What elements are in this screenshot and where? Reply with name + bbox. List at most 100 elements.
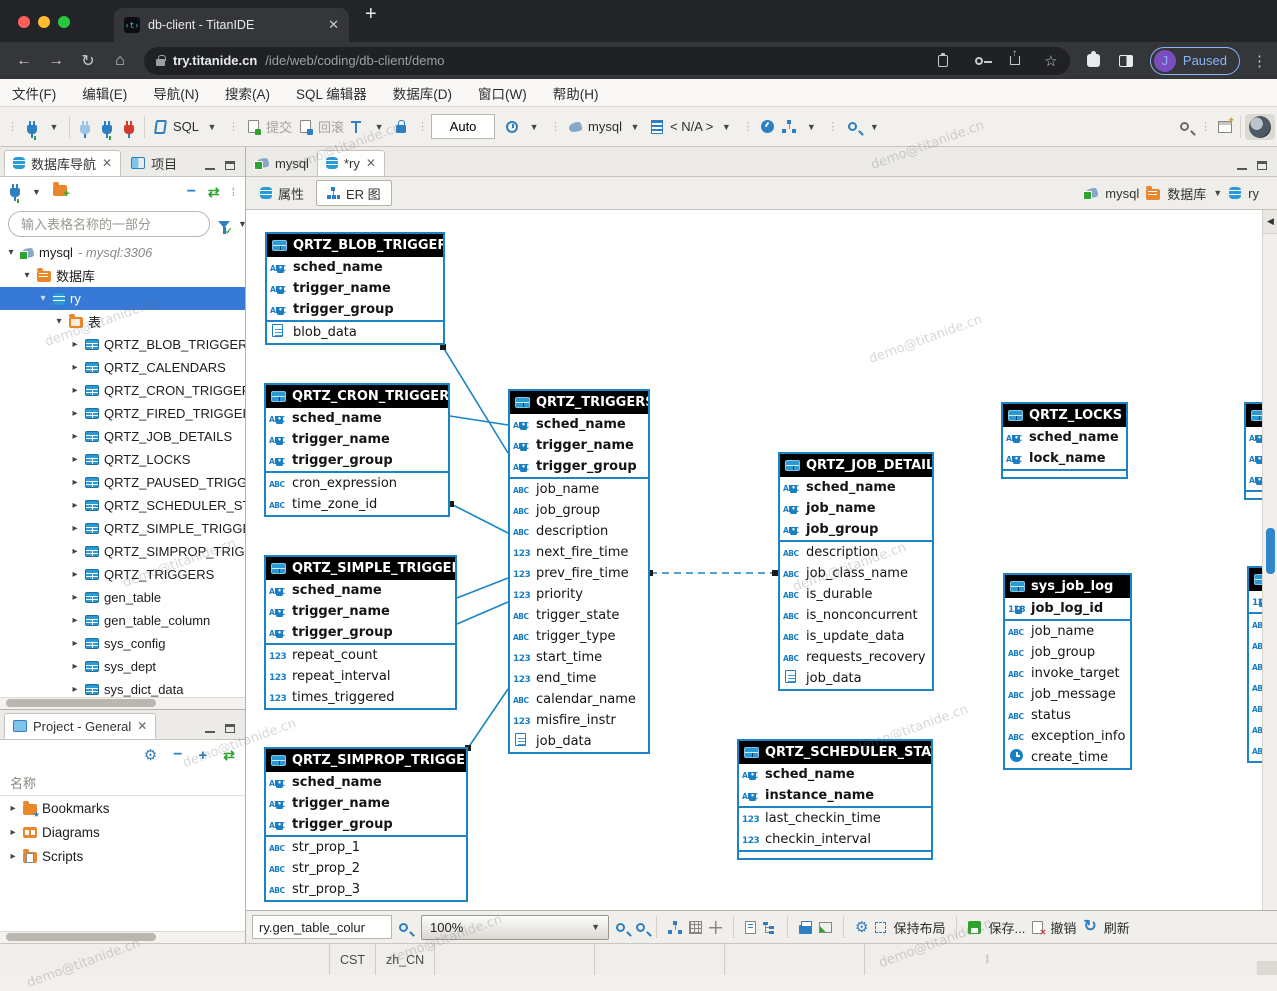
er-entity-qrtz_simple_triggers[interactable]: QRTZ_SIMPLE_TRIGGERSABCsched_nameABCtrig…: [264, 555, 457, 710]
tab-properties[interactable]: 属性: [250, 180, 314, 206]
relationship-line[interactable]: [468, 689, 508, 748]
tree-item[interactable]: ▸sys_config: [0, 632, 245, 655]
chevron-right-icon[interactable]: ▸: [70, 592, 80, 603]
chevron-right-icon[interactable]: ▸: [8, 851, 18, 862]
search-dropdown[interactable]: ▼: [863, 114, 885, 140]
chevron-right-icon[interactable]: ▸: [70, 408, 80, 419]
er-column[interactable]: ABCstr_prop_3: [266, 879, 466, 900]
relationship-line[interactable]: [450, 416, 508, 425]
minimize-editor-icon[interactable]: [1237, 162, 1247, 170]
er-column[interactable]: ABCsched_name: [266, 772, 466, 793]
tasks-org-icon[interactable]: [778, 114, 800, 140]
er-column[interactable]: ABCsched_name: [780, 477, 932, 498]
keep-layout-button[interactable]: 保持布局: [893, 918, 945, 937]
er-column[interactable]: ABCjob_name: [780, 498, 932, 519]
active-database-label[interactable]: < N/A >: [668, 114, 715, 140]
export-image-icon[interactable]: [819, 922, 832, 933]
clipboard-icon[interactable]: [930, 48, 956, 74]
toggle-hierarchy-icon[interactable]: [763, 921, 776, 934]
minimize-panel-icon[interactable]: [205, 162, 215, 170]
er-column[interactable]: ABCrequests_recovery: [780, 647, 932, 668]
er-entity-qrtz_cron_triggers[interactable]: QRTZ_CRON_TRIGGERSABCsched_nameABCtrigge…: [264, 383, 450, 517]
er-column[interactable]: ABCinstance_name: [739, 785, 931, 806]
er-column[interactable]: ABCsched_name: [267, 257, 443, 278]
chevron-right-icon[interactable]: ▸: [70, 638, 80, 649]
relationship-line[interactable]: [443, 347, 508, 453]
er-column[interactable]: ABClock_name: [1003, 448, 1126, 469]
er-entity-qrtz_scheduler_state[interactable]: QRTZ_SCHEDULER_STATEABCsched_nameABCinst…: [737, 739, 933, 860]
link-with-editor-icon[interactable]: ⇄: [223, 748, 235, 762]
minimize-window-button[interactable]: [38, 16, 50, 28]
er-entity-header[interactable]: QRTZ_CRON_TRIGGERS: [266, 385, 448, 408]
er-column[interactable]: ABCjob_group: [510, 500, 648, 521]
auto-commit-field[interactable]: [431, 114, 495, 139]
history-clock-icon[interactable]: [501, 114, 523, 140]
tree-item[interactable]: ▸QRTZ_JOB_DETAILS: [0, 425, 245, 448]
er-column[interactable]: ABCjob_message: [1005, 684, 1130, 705]
chevron-right-icon[interactable]: ▸: [70, 339, 80, 350]
close-window-button[interactable]: [18, 16, 30, 28]
close-tab-icon[interactable]: ✕: [366, 156, 376, 170]
diagram-settings-gear-icon[interactable]: ⚙: [855, 920, 868, 935]
table-filter-input[interactable]: [8, 211, 210, 237]
er-column[interactable]: ABCsched_name: [1003, 427, 1126, 448]
perspective-icon[interactable]: [1214, 114, 1236, 140]
tree-item[interactable]: ▾表: [0, 310, 245, 333]
menu-item[interactable]: 帮助(H): [553, 83, 599, 103]
sql-editor-icon[interactable]: [149, 114, 171, 140]
new-connection-dropdown[interactable]: ▼: [43, 114, 65, 140]
er-column[interactable]: ABCtrigger_name: [267, 278, 443, 299]
er-column[interactable]: 123priority: [510, 584, 648, 605]
menu-item[interactable]: 编辑(E): [82, 83, 127, 103]
status-gripper-dots[interactable]: ⁞⁞: [985, 954, 987, 966]
tree-item[interactable]: ▸QRTZ_SIMPROP_TRIGGERS: [0, 540, 245, 563]
er-column[interactable]: ABCjob_group: [1005, 642, 1130, 663]
profile-paused-badge[interactable]: J Paused: [1150, 47, 1240, 75]
chevron-right-icon[interactable]: ▸: [70, 661, 80, 672]
auto-layout-icon[interactable]: [668, 921, 682, 934]
er-column[interactable]: ABCjob_name: [1005, 621, 1130, 642]
tree-item[interactable]: ▸QRTZ_SIMPLE_TRIGGERS: [0, 517, 245, 540]
chevron-right-icon[interactable]: ▸: [70, 523, 80, 534]
collapse-panel-arrow-icon[interactable]: ◀: [1263, 210, 1277, 234]
window-controls[interactable]: [18, 16, 70, 28]
share-icon[interactable]: [1002, 48, 1028, 74]
home-button[interactable]: ⌂: [106, 47, 134, 75]
transaction-dropdown[interactable]: ▼: [368, 114, 390, 140]
er-entity-qrtz_triggers[interactable]: QRTZ_TRIGGERSABCsched_nameABCtrigger_nam…: [508, 389, 650, 754]
er-column[interactable]: ABCtrigger_group: [266, 814, 466, 835]
er-column[interactable]: ABCsched_name: [510, 414, 648, 435]
tab-database-navigator[interactable]: 数据库导航 ✕: [4, 150, 121, 176]
chevron-right-icon[interactable]: ▸: [70, 615, 80, 626]
er-column[interactable]: ABCinvoke_target: [1005, 663, 1130, 684]
database-list-icon[interactable]: [646, 114, 668, 140]
collapse-all-icon[interactable]: −: [187, 184, 196, 200]
close-tab-icon[interactable]: ✕: [137, 719, 147, 733]
chevron-right-icon[interactable]: ▸: [70, 431, 80, 442]
er-column[interactable]: 123prev_fire_time: [510, 563, 648, 584]
er-column[interactable]: ABCcalendar_name: [510, 689, 648, 710]
er-entity-header[interactable]: QRTZ_TRIGGERS: [510, 391, 648, 414]
sql-editor-label[interactable]: SQL: [171, 114, 201, 140]
new-connection-button[interactable]: [10, 183, 20, 202]
tree-item[interactable]: ▸QRTZ_PAUSED_TRIGGER_GRPS: [0, 471, 245, 494]
er-column[interactable]: ABCtrigger_group: [266, 450, 448, 471]
chevron-right-icon[interactable]: ▸: [70, 385, 80, 396]
maximize-panel-icon[interactable]: [225, 161, 235, 170]
view-menu-dots-icon[interactable]: ⁞: [232, 185, 235, 199]
reconnect-button[interactable]: [96, 114, 118, 140]
er-column[interactable]: ABCtrigger_name: [266, 429, 448, 450]
canvas-vscrollbar[interactable]: ◀: [1262, 210, 1277, 910]
collapse-all-icon[interactable]: −: [173, 747, 182, 763]
er-column[interactable]: create_time: [1005, 747, 1130, 768]
workspace-globe-icon[interactable]: [1245, 114, 1275, 140]
er-column[interactable]: blob_data: [267, 322, 443, 343]
chevron-right-icon[interactable]: ▸: [70, 362, 80, 373]
er-column[interactable]: 123last_checkin_time: [739, 808, 931, 829]
navigator-hscrollbar[interactable]: [0, 697, 245, 709]
tasks-dropdown[interactable]: ▼: [800, 114, 822, 140]
menu-item[interactable]: 搜索(A): [225, 83, 270, 103]
er-column[interactable]: 123job_log_id: [1005, 598, 1130, 619]
pan-crosshair-icon[interactable]: [709, 921, 722, 934]
er-entity-header[interactable]: sys_job_log: [1005, 575, 1130, 598]
